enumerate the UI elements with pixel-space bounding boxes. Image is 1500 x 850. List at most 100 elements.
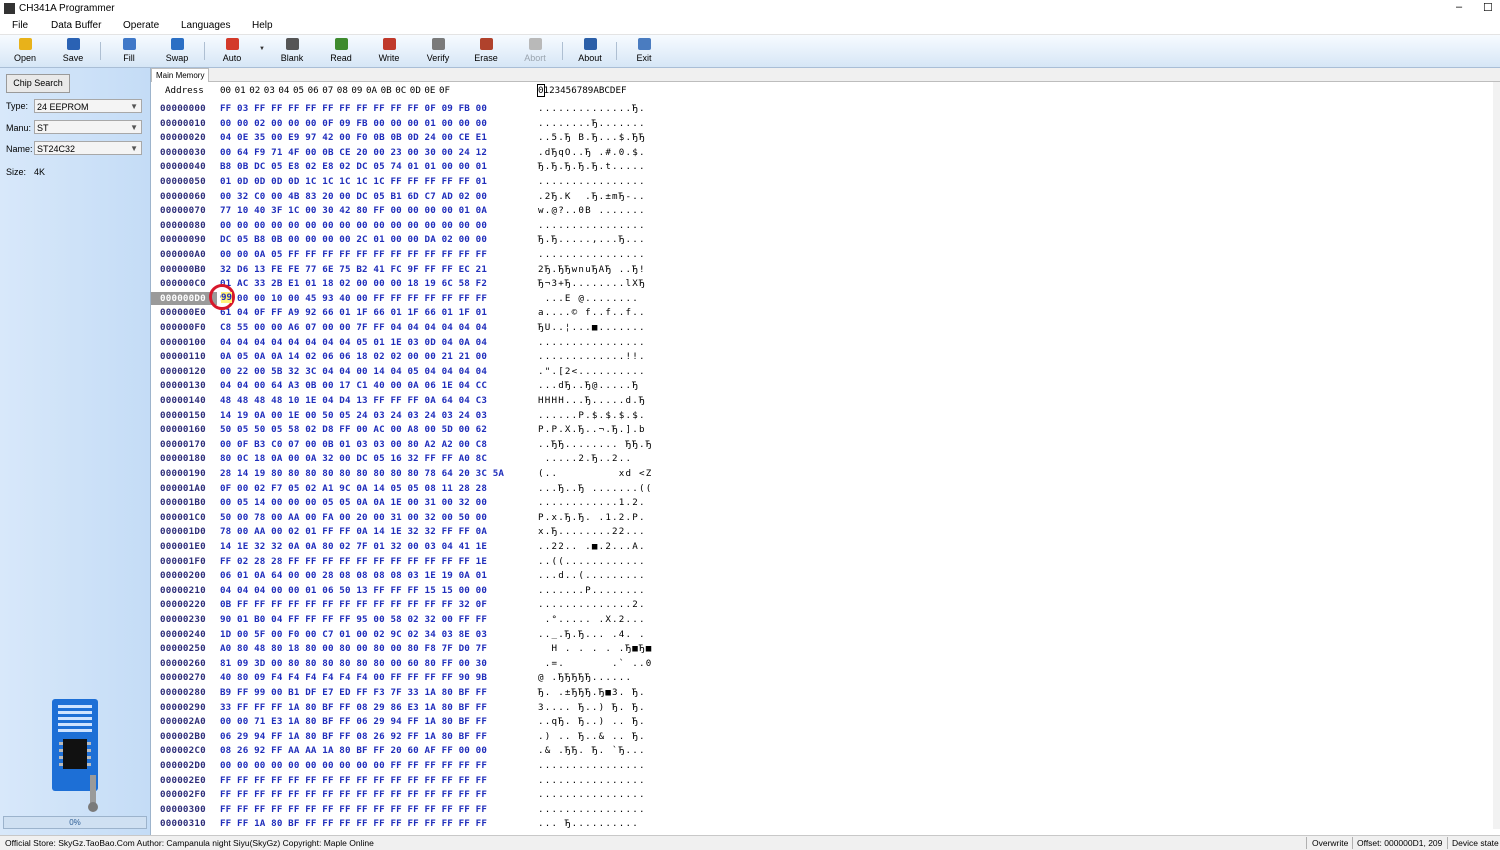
row-ascii[interactable]: .°..... .X.2... xyxy=(538,613,646,626)
write-button[interactable]: Write xyxy=(367,36,411,66)
row-ascii[interactable]: ......P.$.$.$.$. xyxy=(538,409,646,422)
row-ascii[interactable]: P.x.Ђ.Ђ. .1.2.P. xyxy=(538,511,646,524)
row-ascii[interactable]: ...d..(......... xyxy=(538,569,646,582)
row-hex-bytes[interactable]: 50 05 50 05 58 02 D8 FF 00 AC 00 A8 00 5… xyxy=(220,423,487,436)
row-hex-bytes[interactable]: 04 04 04 00 00 01 06 50 13 FF FF FF 15 1… xyxy=(220,584,487,597)
row-ascii[interactable]: ........Ђ....... xyxy=(538,117,646,130)
row-ascii[interactable]: .".[2<.......... xyxy=(538,365,646,378)
row-hex-bytes[interactable]: FF FF FF FF FF FF FF FF FF FF FF FF FF F… xyxy=(220,803,487,816)
hex-row[interactable]: 000002B0 06 29 94 FF 1A 80 BF FF 08 26 92… xyxy=(151,730,1500,744)
row-hex-bytes[interactable]: 01 0D 0D 0D 0D 1C 1C 1C 1C 1C FF FF FF F… xyxy=(220,175,487,188)
hex-row[interactable]: 00000220 0B FF FF FF FF FF FF FF FF FF FF… xyxy=(151,598,1500,612)
hex-row[interactable]: 00000280 B9 FF 99 00 B1 DF E7 ED FF F3 7F… xyxy=(151,686,1500,700)
row-hex-bytes[interactable]: 28 14 19 80 80 80 80 80 80 80 80 80 78 6… xyxy=(220,467,504,480)
row-hex-bytes[interactable]: 14 1E 32 32 0A 0A 80 02 7F 01 32 00 03 0… xyxy=(220,540,487,553)
row-hex-bytes[interactable]: 00 64 F9 71 4F 00 0B CE 20 00 23 00 30 0… xyxy=(220,146,487,159)
row-hex-bytes[interactable]: 00 00 00 00 00 00 00 00 00 00 FF FF FF F… xyxy=(220,759,487,772)
row-hex-bytes[interactable]: C8 55 00 00 A6 07 00 00 7F FF 04 04 04 0… xyxy=(220,321,487,334)
row-hex-bytes[interactable]: 00 00 00 00 00 00 00 00 00 00 00 00 00 0… xyxy=(220,219,487,232)
hex-row[interactable]: 000001F0 FF 02 28 28 FF FF FF FF FF FF FF… xyxy=(151,555,1500,569)
row-ascii[interactable]: ...E @........ xyxy=(538,292,639,305)
row-hex-bytes[interactable]: B9 FF 99 00 B1 DF E7 ED FF F3 7F 33 1A 8… xyxy=(220,686,487,699)
hex-row[interactable]: 00000190 28 14 19 80 80 80 80 80 80 80 80… xyxy=(151,467,1500,481)
row-ascii[interactable]: ................ xyxy=(538,175,646,188)
hex-row[interactable]: 000002F0 FF FF FF FF FF FF FF FF FF FF FF… xyxy=(151,788,1500,802)
row-ascii[interactable]: .............!!. xyxy=(538,350,646,363)
hex-row[interactable]: 000000B0 32 D6 13 FE FE 77 6E 75 B2 41 FC… xyxy=(151,263,1500,277)
hex-row[interactable]: 000001B0 00 05 14 00 00 00 05 05 0A 0A 1E… xyxy=(151,496,1500,510)
row-hex-bytes[interactable]: 0B FF FF FF FF FF FF FF FF FF FF FF FF F… xyxy=(220,598,487,611)
row-ascii[interactable]: ..5.Ђ B.Ђ...$.ЂЂ xyxy=(538,131,646,144)
auto-dropdown-arrow-icon[interactable]: ▼ xyxy=(259,46,265,52)
row-hex-bytes[interactable]: DC 05 B8 0B 00 00 00 00 2C 01 00 00 DA 0… xyxy=(220,233,487,246)
fill-button[interactable]: Fill xyxy=(107,36,151,66)
row-ascii[interactable]: ................ xyxy=(538,774,646,787)
row-hex-bytes[interactable]: 00 00 02 00 00 00 0F 09 FB 00 00 00 01 0… xyxy=(220,117,487,130)
row-hex-bytes[interactable]: 00 05 14 00 00 00 05 05 0A 0A 1E 00 31 0… xyxy=(220,496,487,509)
hex-row[interactable]: 000001D0 78 00 AA 00 02 01 FF FF 0A 14 1E… xyxy=(151,525,1500,539)
row-hex-bytes[interactable]: 81 09 3D 00 80 80 80 80 80 80 00 60 80 F… xyxy=(220,657,487,670)
hex-row[interactable]: 000000D0 99 00 00 10 00 45 93 40 00 FF FF… xyxy=(151,291,1500,306)
row-hex-bytes[interactable]: 06 29 94 FF 1A 80 BF FF 08 26 92 FF 1A 8… xyxy=(220,730,487,743)
hex-row[interactable]: 00000200 06 01 0A 64 00 00 28 08 08 08 08… xyxy=(151,569,1500,583)
row-ascii[interactable]: .......P........ xyxy=(538,584,646,597)
hex-row[interactable]: 00000140 48 48 48 48 10 1E 04 D4 13 FF FF… xyxy=(151,394,1500,408)
hex-row[interactable]: 00000150 14 19 0A 00 1E 00 50 05 24 03 24… xyxy=(151,409,1500,423)
hex-editor[interactable]: Address 0123456789ABCDEF 00 01 02 03 04 05 06 0… xyxy=(151,82,1500,829)
row-hex-bytes[interactable]: 50 00 78 00 AA 00 FA 00 20 00 31 00 32 0… xyxy=(220,511,487,524)
row-ascii[interactable]: HHHH...Ђ.....d.Ђ xyxy=(538,394,646,407)
row-ascii[interactable]: ..22.. .■.2...A. xyxy=(538,540,646,553)
minimize-button[interactable]: – xyxy=(1456,1,1462,13)
hex-row[interactable]: 00000250 A0 80 48 80 18 80 00 80 00 80 00… xyxy=(151,642,1500,656)
hex-row[interactable]: 000000E0 61 04 0F FF A9 92 66 01 1F 66 01… xyxy=(151,306,1500,320)
row-hex-bytes[interactable]: 61 04 0F FF A9 92 66 01 1F 66 01 1F 66 0… xyxy=(220,306,487,319)
chip-name-select[interactable]: ST24C32 ▼ xyxy=(34,141,142,155)
row-ascii[interactable]: 2Ђ.ЂЂwnuЂAЂ ..Ђ! xyxy=(538,263,646,276)
row-hex-bytes[interactable]: 48 48 48 48 10 1E 04 D4 13 FF FF FF 0A 6… xyxy=(220,394,487,407)
hex-row[interactable]: 000001A0 0F 00 02 F7 05 02 A1 9C 0A 14 05… xyxy=(151,482,1500,496)
hex-row[interactable]: 000000A0 00 00 0A 05 FF FF FF FF FF FF FF… xyxy=(151,248,1500,262)
verify-button[interactable]: Verify xyxy=(416,36,460,66)
row-hex-bytes[interactable]: FF FF 1A 80 BF FF FF FF FF FF FF FF FF F… xyxy=(220,817,487,830)
row-hex-bytes[interactable]: 00 32 C0 00 4B 83 20 00 DC 05 B1 6D C7 A… xyxy=(220,190,487,203)
save-button[interactable]: Save xyxy=(51,36,95,66)
row-hex-bytes[interactable]: FF 02 28 28 FF FF FF FF FF FF FF FF FF F… xyxy=(220,555,487,568)
menu-file[interactable]: File xyxy=(12,20,28,31)
exit-button[interactable]: Exit xyxy=(622,36,666,66)
abort-button[interactable]: Abort xyxy=(513,36,557,66)
hex-row[interactable]: 00000040 B8 0B DC 05 E8 02 E8 02 DC 05 74… xyxy=(151,160,1500,174)
row-hex-bytes[interactable]: 04 0E 35 00 E9 97 42 00 F0 0B 0B 0D 24 0… xyxy=(220,131,487,144)
hex-row[interactable]: 00000310 FF FF 1A 80 BF FF FF FF FF FF FF… xyxy=(151,817,1500,831)
row-ascii[interactable]: 3.... Ђ..) Ђ. Ђ. xyxy=(538,701,646,714)
hex-row[interactable]: 00000160 50 05 50 05 58 02 D8 FF 00 AC 00… xyxy=(151,423,1500,437)
row-hex-bytes[interactable]: 08 26 92 FF AA AA 1A 80 BF FF 20 60 AF F… xyxy=(220,744,487,757)
hex-row[interactable]: 00000300 FF FF FF FF FF FF FF FF FF FF FF… xyxy=(151,803,1500,817)
row-ascii[interactable]: H . . . . .Ђ■Ђ■ xyxy=(538,642,652,655)
row-ascii[interactable]: ................ xyxy=(538,336,646,349)
hex-row[interactable]: 00000030 00 64 F9 71 4F 00 0B CE 20 00 23… xyxy=(151,146,1500,160)
row-hex-bytes[interactable]: 00 22 00 5B 32 3C 04 04 00 14 04 05 04 0… xyxy=(220,365,487,378)
row-hex-bytes[interactable]: FF FF FF FF FF FF FF FF FF FF FF FF FF F… xyxy=(220,788,487,801)
hex-row[interactable]: 00000020 04 0E 35 00 E9 97 42 00 F0 0B 0B… xyxy=(151,131,1500,145)
swap-button[interactable]: Swap xyxy=(155,36,199,66)
row-ascii[interactable]: ..............Ђ. xyxy=(538,102,646,115)
menu-data-buffer[interactable]: Data Buffer xyxy=(51,20,101,31)
row-ascii[interactable]: ................ xyxy=(538,219,646,232)
row-hex-bytes[interactable]: 1D 00 5F 00 F0 00 C7 01 00 02 9C 02 34 0… xyxy=(220,628,487,641)
row-hex-bytes[interactable]: 0A 05 0A 0A 14 02 06 06 18 02 02 00 00 2… xyxy=(220,350,487,363)
hex-row[interactable]: 00000180 80 0C 18 0A 00 0A 32 00 DC 05 16… xyxy=(151,452,1500,466)
row-hex-bytes[interactable]: 32 D6 13 FE FE 77 6E 75 B2 41 FC 9F FF F… xyxy=(220,263,487,276)
manufacturer-select[interactable]: ST ▼ xyxy=(34,120,142,134)
hex-row[interactable]: 000002C0 08 26 92 FF AA AA 1A 80 BF FF 20… xyxy=(151,744,1500,758)
row-ascii[interactable]: ...Ђ..Ђ .......(( xyxy=(538,482,652,495)
row-ascii[interactable]: Ђ. .±ЂЂЂ.Ђ■3. Ђ. xyxy=(538,686,646,699)
erase-button[interactable]: Erase xyxy=(464,36,508,66)
hex-row[interactable]: 000002D0 00 00 00 00 00 00 00 00 00 00 FF… xyxy=(151,759,1500,773)
menu-help[interactable]: Help xyxy=(252,20,273,31)
row-ascii[interactable]: ................ xyxy=(538,788,646,801)
hex-row[interactable]: 00000260 81 09 3D 00 80 80 80 80 80 80 00… xyxy=(151,657,1500,671)
hex-row[interactable]: 00000100 04 04 04 04 04 04 04 04 05 01 1E… xyxy=(151,336,1500,350)
row-ascii[interactable]: ...dЂ..Ђ@.....Ђ xyxy=(538,379,639,392)
row-hex-bytes[interactable]: 99 00 00 10 00 45 93 40 00 FF FF FF FF F… xyxy=(220,292,487,305)
hex-row[interactable]: 000000F0 C8 55 00 00 A6 07 00 00 7F FF 04… xyxy=(151,321,1500,335)
